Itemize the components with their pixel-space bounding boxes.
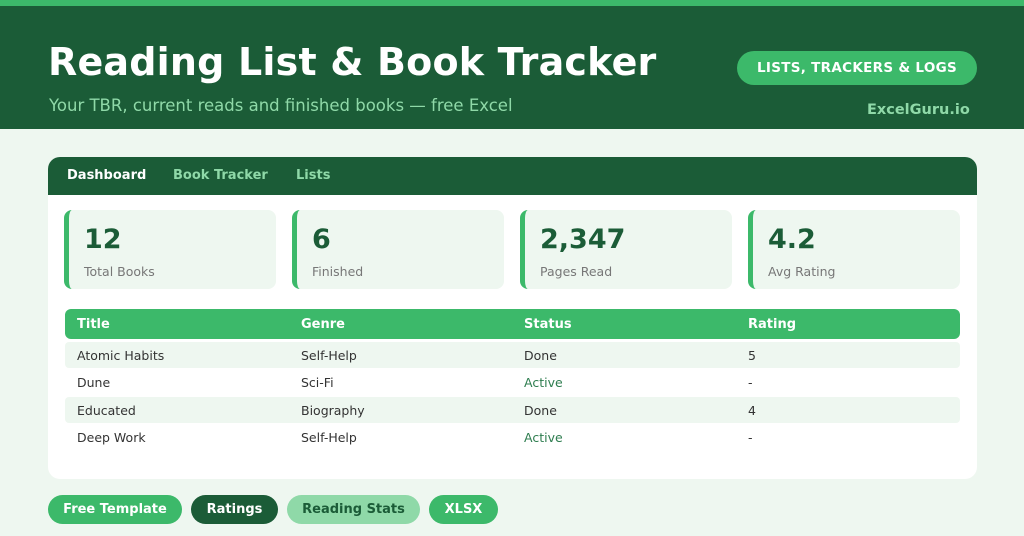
sheet-tab-bar: Dashboard Book Tracker Lists xyxy=(48,157,977,195)
stat-card-total-books: 12 Total Books xyxy=(64,210,276,289)
cell-rating: - xyxy=(748,430,753,445)
spreadsheet-preview-card: Dashboard Book Tracker Lists 12 Total Bo… xyxy=(48,157,977,479)
cell-title: Educated xyxy=(77,403,136,418)
cell-status: Active xyxy=(524,375,563,390)
page-subtitle: Your TBR, current reads and finished boo… xyxy=(49,96,513,115)
cell-rating: 4 xyxy=(748,403,756,418)
cell-genre: Biography xyxy=(301,403,365,418)
stat-value: 2,347 xyxy=(540,224,626,255)
cell-status: Active xyxy=(524,430,563,445)
column-header-status[interactable]: Status xyxy=(524,317,572,332)
stat-value: 4.2 xyxy=(768,224,816,255)
stat-label: Finished xyxy=(312,264,364,279)
stat-value: 6 xyxy=(312,224,331,255)
cell-rating: - xyxy=(748,375,753,390)
tab-lists[interactable]: Lists xyxy=(296,168,330,183)
stat-card-avg-rating: 4.2 Avg Rating xyxy=(748,210,960,289)
table-row[interactable]: Deep Work Self-Help Active - xyxy=(65,424,960,450)
page-header: Reading List & Book Tracker Your TBR, cu… xyxy=(0,6,1024,129)
page-title: Reading List & Book Tracker xyxy=(48,40,657,84)
tag-reading-stats[interactable]: Reading Stats xyxy=(287,495,420,524)
cell-title: Atomic Habits xyxy=(77,348,165,363)
table-row[interactable]: Atomic Habits Self-Help Done 5 xyxy=(65,342,960,368)
tag-free-template[interactable]: Free Template xyxy=(48,495,182,524)
cell-status: Done xyxy=(524,403,557,418)
stat-card-finished: 6 Finished xyxy=(292,210,504,289)
cell-genre: Self-Help xyxy=(301,430,357,445)
cell-genre: Self-Help xyxy=(301,348,357,363)
stat-value: 12 xyxy=(84,224,122,255)
stat-label: Pages Read xyxy=(540,264,613,279)
column-header-rating[interactable]: Rating xyxy=(748,317,796,332)
tab-book-tracker[interactable]: Book Tracker xyxy=(173,168,268,183)
column-header-title[interactable]: Title xyxy=(77,317,110,332)
cell-title: Dune xyxy=(77,375,111,390)
stat-label: Avg Rating xyxy=(768,264,836,279)
tag-xlsx[interactable]: XLSX xyxy=(429,495,498,524)
table-row[interactable]: Educated Biography Done 4 xyxy=(65,397,960,423)
tab-dashboard[interactable]: Dashboard xyxy=(67,168,146,183)
brand-name[interactable]: ExcelGuru.io xyxy=(867,102,970,118)
stat-card-pages-read: 2,347 Pages Read xyxy=(520,210,732,289)
category-badge[interactable]: LISTS, TRACKERS & LOGS xyxy=(737,51,977,85)
cell-title: Deep Work xyxy=(77,430,146,445)
cell-genre: Sci-Fi xyxy=(301,375,334,390)
table-header-row: Title Genre Status Rating xyxy=(65,309,960,339)
cell-rating: 5 xyxy=(748,348,756,363)
table-row[interactable]: Dune Sci-Fi Active - xyxy=(65,369,960,395)
cell-status: Done xyxy=(524,348,557,363)
stat-label: Total Books xyxy=(84,264,155,279)
column-header-genre[interactable]: Genre xyxy=(301,317,345,332)
tag-ratings[interactable]: Ratings xyxy=(191,495,278,524)
